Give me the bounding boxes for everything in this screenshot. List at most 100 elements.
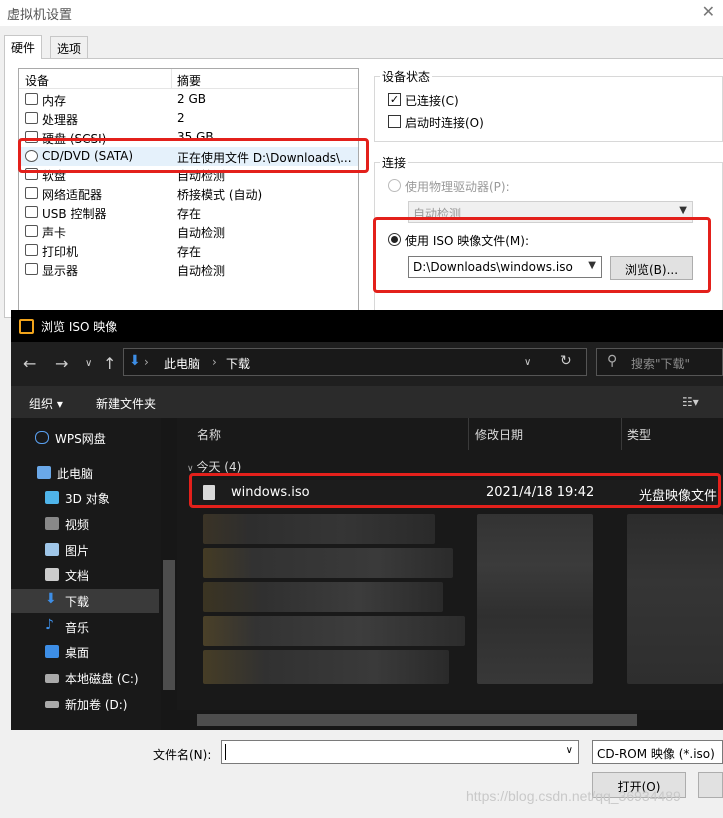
summary-column-header[interactable]: 摘要 xyxy=(177,72,201,89)
cd-dvd-icon xyxy=(25,150,38,162)
printer-icon xyxy=(25,244,38,256)
history-chevron-icon[interactable]: ∨ xyxy=(85,358,92,369)
tab-options[interactable]: 选项 xyxy=(50,36,89,58)
browse-dialog-titlebar: 浏览 ISO 映像 xyxy=(11,310,723,342)
device-row-usb-controller[interactable]: USB 控制器 存在 xyxy=(19,203,358,222)
download-icon: ⬇ xyxy=(129,353,141,369)
watermark: https://blog.csdn.net/qq_36934489 xyxy=(466,788,681,804)
iso-file-label[interactable]: 使用 ISO 映像文件(M): xyxy=(405,232,529,249)
organize-button[interactable]: 组织 ▾ xyxy=(29,395,63,412)
device-row-hard-disk[interactable]: 硬盘 (SCSI) 35 GB xyxy=(19,128,358,147)
breadcrumb-downloads[interactable]: 下载 xyxy=(226,355,250,372)
breadcrumb-this-pc[interactable]: 此电脑 xyxy=(164,355,200,372)
drive-icon xyxy=(45,701,59,708)
cancel-button[interactable] xyxy=(698,772,723,798)
file-type: 光盘映像文件 xyxy=(639,489,718,504)
column-header-type[interactable]: 类型 xyxy=(627,426,651,443)
sidebar-item-this-pc[interactable]: 此电脑 xyxy=(11,461,159,485)
computer-icon xyxy=(37,466,51,479)
file-modified: 2021/4/18 19:42 xyxy=(486,485,595,500)
column-header-modified[interactable]: 修改日期 xyxy=(475,426,523,443)
cube-icon xyxy=(45,491,59,504)
device-list-header: 设备 摘要 xyxy=(19,69,358,89)
tab-hardware[interactable]: 硬件 xyxy=(4,35,43,59)
device-row-network-adapter[interactable]: 网络适配器 桥接模式 (自动) xyxy=(19,184,358,203)
blurred-file-row xyxy=(203,616,465,646)
refresh-icon[interactable]: ↻ xyxy=(560,353,572,369)
browse-button[interactable]: 浏览(B)... xyxy=(610,256,693,280)
monitor-icon xyxy=(25,263,38,275)
sidebar-item-pictures[interactable]: 图片 xyxy=(11,538,159,562)
new-folder-button[interactable]: 新建文件夹 xyxy=(96,395,156,412)
file-name-panel: 文件名(N): ∨ CD-ROM 映像 (*.iso) 打开(O) xyxy=(11,730,723,818)
hard-disk-icon xyxy=(25,131,38,143)
device-row-cd-dvd[interactable]: CD/DVD (SATA) 正在使用文件 D:\Downloads\... xyxy=(19,147,358,166)
sidebar-item-desktop[interactable]: 桌面 xyxy=(11,640,159,664)
sidebar-item-documents[interactable]: 文档 xyxy=(11,563,159,587)
sidebar-scroll-thumb[interactable] xyxy=(163,560,175,690)
back-arrow-icon[interactable]: ← xyxy=(23,354,36,373)
device-status-title: 设备状态 xyxy=(380,68,433,85)
up-arrow-icon[interactable]: ↑ xyxy=(103,354,116,373)
iso-path-combo[interactable]: D:\Downloads\windows.iso ▼ xyxy=(408,256,602,278)
connect-at-power-on-checkbox[interactable] xyxy=(388,115,401,128)
device-column-header[interactable]: 设备 xyxy=(25,72,49,89)
disk-icon xyxy=(45,674,59,683)
device-row-display[interactable]: 显示器 自动检测 xyxy=(19,260,358,279)
file-type-select[interactable]: CD-ROM 映像 (*.iso) xyxy=(592,740,723,764)
forward-arrow-icon[interactable]: → xyxy=(55,354,68,373)
device-row-sound-card[interactable]: 声卡 自动检测 xyxy=(19,222,358,241)
physical-drive-select[interactable]: 自动检测 ▼ xyxy=(408,201,693,223)
sidebar-item-wps-drive[interactable]: WPS网盘 xyxy=(11,426,159,450)
search-input[interactable]: ⚲ 搜索"下载" xyxy=(596,348,723,376)
sidebar-item-3d-objects[interactable]: 3D 对象 xyxy=(11,486,159,510)
toolbar: 组织 ▾ 新建文件夹 ☷▾ xyxy=(11,386,723,418)
vmware-logo-icon xyxy=(19,319,34,334)
horizontal-scrollbar[interactable] xyxy=(177,710,723,730)
sidebar-item-videos[interactable]: 视频 xyxy=(11,512,159,536)
chevron-down-icon[interactable]: ▼ xyxy=(588,260,596,271)
device-row-processor[interactable]: 处理器 2 xyxy=(19,109,358,128)
close-icon[interactable]: ✕ xyxy=(702,2,715,21)
navigation-bar: ← → ∨ ↑ ⬇ › 此电脑 › 下载 ∨ ↻ ⚲ 搜索"下载" xyxy=(11,342,723,386)
view-options-icon[interactable]: ☷▾ xyxy=(682,395,699,409)
search-icon: ⚲ xyxy=(607,353,618,369)
device-row-memory[interactable]: 内存 2 GB xyxy=(19,90,358,109)
horizontal-scroll-thumb[interactable] xyxy=(197,714,637,726)
physical-drive-label[interactable]: 使用物理驱动器(P): xyxy=(405,178,510,195)
column-header-name[interactable]: 名称 xyxy=(197,426,221,443)
file-row-windows-iso[interactable]: windows.iso 2021/4/18 19:42 光盘映像文件 xyxy=(189,480,723,506)
network-icon xyxy=(25,187,38,199)
vm-settings-titlebar: 虚拟机设置 ✕ xyxy=(0,0,723,26)
file-name-input[interactable]: ∨ xyxy=(221,740,579,764)
device-row-floppy[interactable]: 软盘 自动检测 xyxy=(19,165,358,184)
sidebar-item-music[interactable]: ♪ 音乐 xyxy=(11,615,159,639)
speaker-icon xyxy=(25,225,38,237)
device-status-group xyxy=(374,76,723,142)
video-icon xyxy=(45,517,59,530)
address-bar[interactable]: ⬇ › 此电脑 › 下载 ∨ ↻ xyxy=(123,348,587,376)
sidebar-item-new-volume-d[interactable]: 新加卷 (D:) xyxy=(11,692,159,716)
connection-title: 连接 xyxy=(380,154,409,171)
group-header-today[interactable]: ∨ 今天 (4) xyxy=(187,458,241,475)
chevron-down-icon[interactable]: ∨ xyxy=(566,745,573,756)
floppy-icon xyxy=(25,168,38,180)
device-list: 设备 摘要 内存 2 GB 处理器 2 硬盘 (SCSI) 35 GB CD/D… xyxy=(18,68,359,328)
file-name-label: 文件名(N): xyxy=(153,748,212,762)
iso-file-radio[interactable] xyxy=(388,233,401,246)
cloud-icon xyxy=(35,431,49,444)
music-icon: ♪ xyxy=(45,617,54,633)
connect-at-power-on-label[interactable]: 启动时连接(O) xyxy=(405,114,484,131)
browse-iso-dialog: 浏览 ISO 映像 ← → ∨ ↑ ⬇ › 此电脑 › 下载 ∨ ↻ ⚲ 搜索"… xyxy=(11,310,723,818)
physical-drive-radio[interactable] xyxy=(388,179,401,192)
connected-label[interactable]: 已连接(C) xyxy=(405,92,459,109)
chevron-down-icon[interactable]: ∨ xyxy=(524,357,531,368)
blurred-date-column xyxy=(477,514,593,684)
sidebar-item-downloads[interactable]: ⬇ 下载 xyxy=(11,589,159,613)
sidebar-item-local-disk-c[interactable]: 本地磁盘 (C:) xyxy=(11,666,159,690)
sidebar-scrollbar[interactable] xyxy=(161,418,177,730)
blurred-file-row xyxy=(203,650,449,684)
device-row-printer[interactable]: 打印机 存在 xyxy=(19,241,358,260)
connected-checkbox[interactable]: ✓ xyxy=(388,93,401,106)
processor-icon xyxy=(25,112,38,124)
